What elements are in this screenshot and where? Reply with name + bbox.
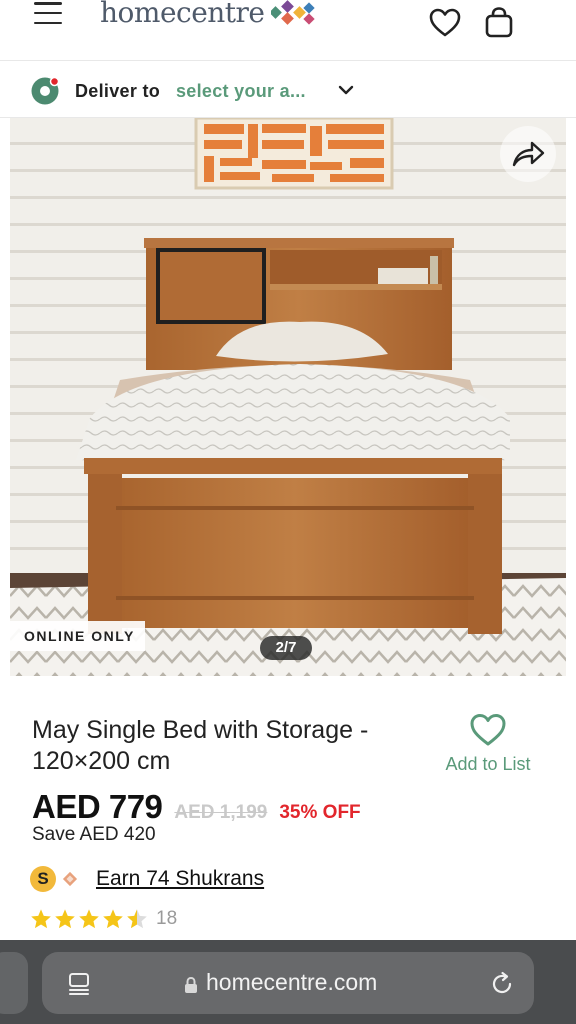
rating-count: 18: [156, 908, 178, 929]
site-header: homecentre: [0, 0, 576, 58]
star-full-icon: [79, 909, 99, 929]
shukran-diamond-icon: [62, 871, 78, 887]
product-image-gallery[interactable]: ONLINE ONLY 2/7: [10, 118, 566, 676]
product-photo-bed: [10, 118, 566, 676]
star-rating[interactable]: 18: [30, 908, 177, 930]
heart-outline-icon: [470, 714, 506, 746]
deliver-address-value[interactable]: select your a...: [176, 81, 306, 102]
url-text: homecentre.com: [206, 969, 378, 995]
deliver-to-label: Deliver to: [75, 81, 161, 101]
add-to-list-button[interactable]: Add to List: [436, 712, 540, 775]
chevron-down-icon[interactable]: [337, 81, 355, 99]
star-half-icon: [127, 909, 147, 929]
shopping-bag-icon[interactable]: [482, 6, 516, 40]
price-row: AED 779 AED 1,199 35% OFF: [32, 788, 361, 826]
logo-mark-icon: [270, 0, 315, 25]
reload-icon[interactable]: [488, 970, 516, 998]
logo-text: homecentre: [100, 0, 265, 29]
homecentre-logo[interactable]: homecentre: [100, 0, 315, 29]
star-full-icon: [31, 909, 51, 929]
heart-icon[interactable]: [428, 6, 462, 40]
star-full-icon: [55, 909, 75, 929]
image-counter: 2/7: [260, 636, 312, 660]
location-pin-icon: [31, 76, 60, 105]
address-bar[interactable]: homecentre.com: [42, 952, 534, 1014]
star-full-icon: [103, 909, 123, 929]
lock-icon: [185, 976, 197, 993]
share-arrow-icon: [512, 141, 545, 167]
discount-label: 35% OFF: [279, 802, 361, 823]
online-only-badge: ONLINE ONLY: [10, 621, 145, 651]
tabs-overview-icon[interactable]: [66, 971, 92, 997]
product-title: May Single Bed with Storage - 120×200 cm: [32, 716, 369, 775]
savings-text: Save AED 420: [32, 824, 156, 845]
original-price: AED 1,199: [174, 802, 268, 823]
shukran-rewards: S Earn 74 Shukrans: [30, 865, 264, 893]
current-price: AED 779: [32, 788, 163, 825]
share-button[interactable]: [500, 126, 556, 182]
add-to-list-label: Add to List: [445, 754, 531, 774]
hamburger-menu-icon[interactable]: [34, 2, 62, 24]
deliver-to-bar[interactable]: Deliver to select your a...: [0, 60, 576, 118]
shukran-coin-icon: S: [30, 866, 56, 892]
browser-toolbar: homecentre.com: [0, 940, 576, 1024]
previous-tab-stub[interactable]: [0, 952, 28, 1014]
earn-shukrans-link[interactable]: Earn 74 Shukrans: [96, 867, 264, 891]
